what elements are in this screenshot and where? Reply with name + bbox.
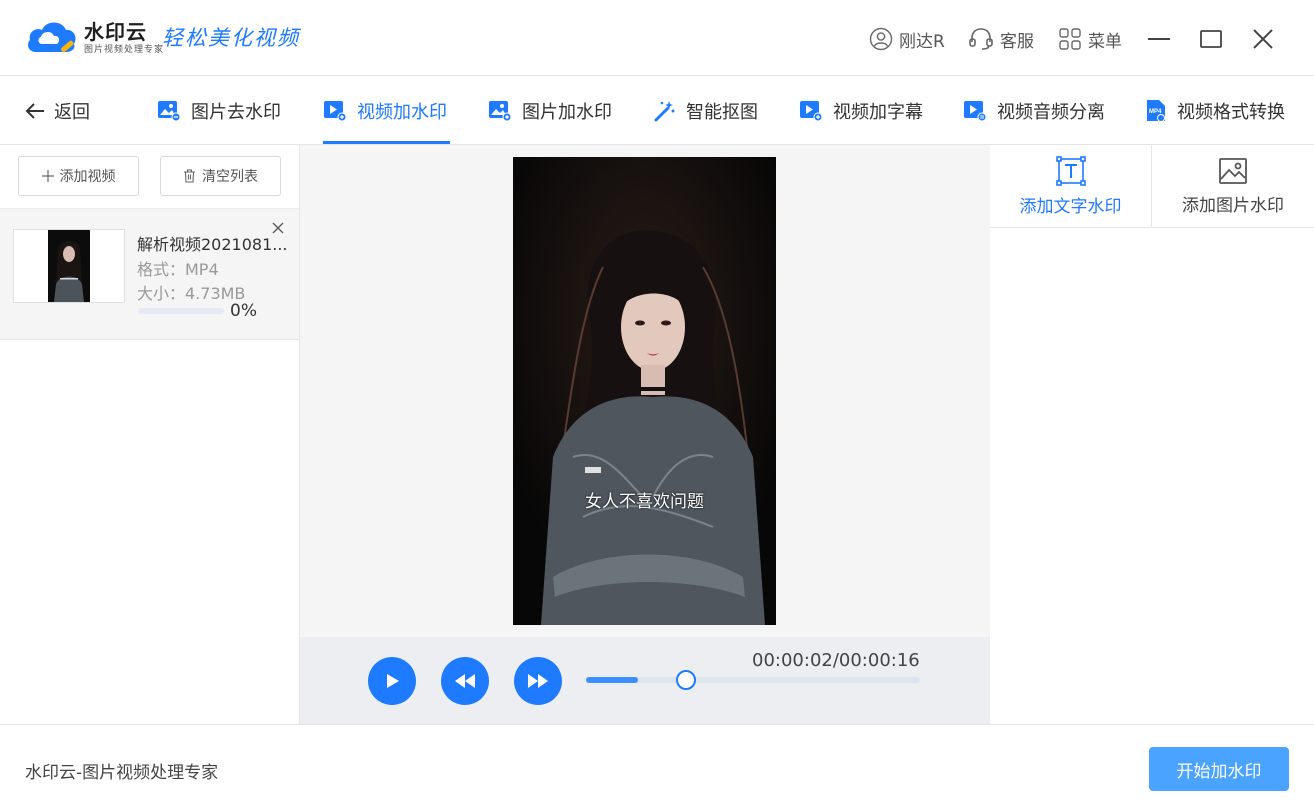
add-video-button[interactable]: 添加视频 xyxy=(18,156,139,196)
file-name: 解析视频2021081... xyxy=(137,235,288,254)
start-watermark-button[interactable]: 开始加水印 xyxy=(1149,747,1289,791)
playback-controls: 00:00:02/00:00:16 xyxy=(300,637,990,724)
add-video-label: 添加视频 xyxy=(59,169,116,185)
file-format: 格式：MP4 xyxy=(137,260,219,279)
file-progress-bar xyxy=(138,308,224,314)
remove-file-button[interactable] xyxy=(269,219,287,237)
file-list-panel: 添加视频 清空列表 解析视频2021081... 格式：MP4 大小：4.73M… xyxy=(0,145,300,724)
seek-handle[interactable] xyxy=(675,670,696,690)
clear-list-label: 清空列表 xyxy=(202,169,258,185)
footer-bar: 水印云-图片视频处理专家 开始加水印 xyxy=(0,724,1314,810)
close-window-button[interactable] xyxy=(1248,24,1278,54)
video-add-icon xyxy=(324,101,347,122)
seek-bar[interactable] xyxy=(586,670,920,690)
video-subtitle-icon xyxy=(800,101,823,122)
close-icon xyxy=(272,222,284,234)
user-icon xyxy=(869,27,893,51)
rewind-button[interactable] xyxy=(441,657,489,705)
tab-add-image-watermark[interactable]: 添加图片水印 xyxy=(1152,145,1314,228)
title-bar: 水印云 图片视频处理专家 轻松美化视频 刚达R 客服 菜单 xyxy=(0,0,1314,76)
nav-item-label: 智能抠图 xyxy=(686,102,758,123)
seek-bar-fill xyxy=(586,677,638,683)
user-name: 刚达R xyxy=(899,31,945,52)
tab-label: 添加图片水印 xyxy=(1182,196,1284,216)
nav-item-label: 视频加字幕 xyxy=(833,102,923,123)
nav-item-video-subtitle[interactable]: 视频加字幕 xyxy=(799,96,923,126)
maximize-button[interactable] xyxy=(1196,24,1226,54)
user-account[interactable]: 刚达R xyxy=(869,24,945,54)
nav-item-label: 视频加水印 xyxy=(357,102,447,123)
menu-button[interactable]: 菜单 xyxy=(1058,24,1122,54)
video-subtitle: 女人不喜欢问题 xyxy=(585,492,704,512)
preview-panel: 女人不喜欢问题 00:00:02/00:00:16 xyxy=(300,145,990,724)
fast-forward-button[interactable] xyxy=(514,657,562,705)
minimize-button[interactable] xyxy=(1144,24,1174,54)
video-preview[interactable]: 女人不喜欢问题 xyxy=(513,157,776,625)
video-audio-icon xyxy=(964,101,987,122)
tab-add-text-watermark[interactable]: 添加文字水印 xyxy=(990,145,1151,228)
minimize-icon xyxy=(1148,38,1170,40)
active-tab-indicator xyxy=(323,141,450,144)
mp4-file-icon: MP4 xyxy=(1147,100,1165,122)
nav-item-video-audio-split[interactable]: 视频音频分离 xyxy=(963,96,1105,126)
arrow-left-icon xyxy=(25,103,44,119)
nav-item-video-format-convert[interactable]: MP4 视频格式转换 xyxy=(1145,96,1285,126)
grid-menu-icon xyxy=(1059,28,1081,50)
video-frame-image xyxy=(513,157,776,625)
play-icon xyxy=(387,674,399,688)
tab-label: 添加文字水印 xyxy=(1019,197,1122,217)
brand-name: 水印云 xyxy=(84,20,147,44)
nav-item-label: 图片加水印 xyxy=(522,102,612,123)
maximize-icon xyxy=(1200,30,1222,48)
brand-subtitle: 图片视频处理专家 xyxy=(84,45,165,55)
trash-icon xyxy=(183,169,196,183)
customer-service-button[interactable]: 客服 xyxy=(968,24,1034,54)
tool-nav-bar: 返回 图片去水印 视频加水印 图片加水印 智能抠图 视频加字幕 视频音频分离 M… xyxy=(0,76,1314,145)
nav-item-label: 图片去水印 xyxy=(191,102,281,123)
nav-item-label: 视频音频分离 xyxy=(997,102,1105,123)
file-progress-text: 0% xyxy=(230,301,257,321)
close-icon xyxy=(1253,29,1273,49)
nav-item-image-remove-watermark[interactable]: 图片去水印 xyxy=(157,96,281,126)
nav-item-smart-cutout[interactable]: 智能抠图 xyxy=(654,96,758,126)
image-add-icon xyxy=(489,101,512,122)
playback-time: 00:00:02/00:00:16 xyxy=(752,650,920,671)
text-frame-icon xyxy=(1055,156,1086,186)
image-icon xyxy=(1219,158,1247,184)
rewind-icon xyxy=(455,674,475,688)
fast-forward-icon xyxy=(528,674,548,688)
clear-list-button[interactable]: 清空列表 xyxy=(160,156,281,196)
svg-text:MP4: MP4 xyxy=(1149,109,1162,115)
nav-item-label: 视频格式转换 xyxy=(1177,102,1285,123)
nav-item-video-add-watermark[interactable]: 视频加水印 xyxy=(323,96,447,126)
plus-icon xyxy=(41,170,54,182)
image-remove-icon xyxy=(158,101,181,122)
back-button[interactable]: 返回 xyxy=(24,98,90,124)
tab-bottom-border xyxy=(990,227,1314,228)
back-label: 返回 xyxy=(54,102,90,123)
footer-app-name: 水印云-图片视频处理专家 xyxy=(25,763,219,783)
menu-label: 菜单 xyxy=(1088,31,1122,52)
watermark-panel: 添加文字水印 添加图片水印 xyxy=(990,145,1314,724)
play-button[interactable] xyxy=(368,657,416,705)
nav-item-image-add-watermark[interactable]: 图片加水印 xyxy=(488,96,612,126)
headset-icon xyxy=(969,28,993,50)
service-label: 客服 xyxy=(1000,31,1034,52)
video-thumbnail xyxy=(13,229,125,303)
slogan: 轻松美化视频 xyxy=(162,26,300,50)
cloud-logo-icon xyxy=(28,22,76,52)
magic-wand-icon xyxy=(654,101,675,122)
thumbnail-image xyxy=(48,230,90,302)
